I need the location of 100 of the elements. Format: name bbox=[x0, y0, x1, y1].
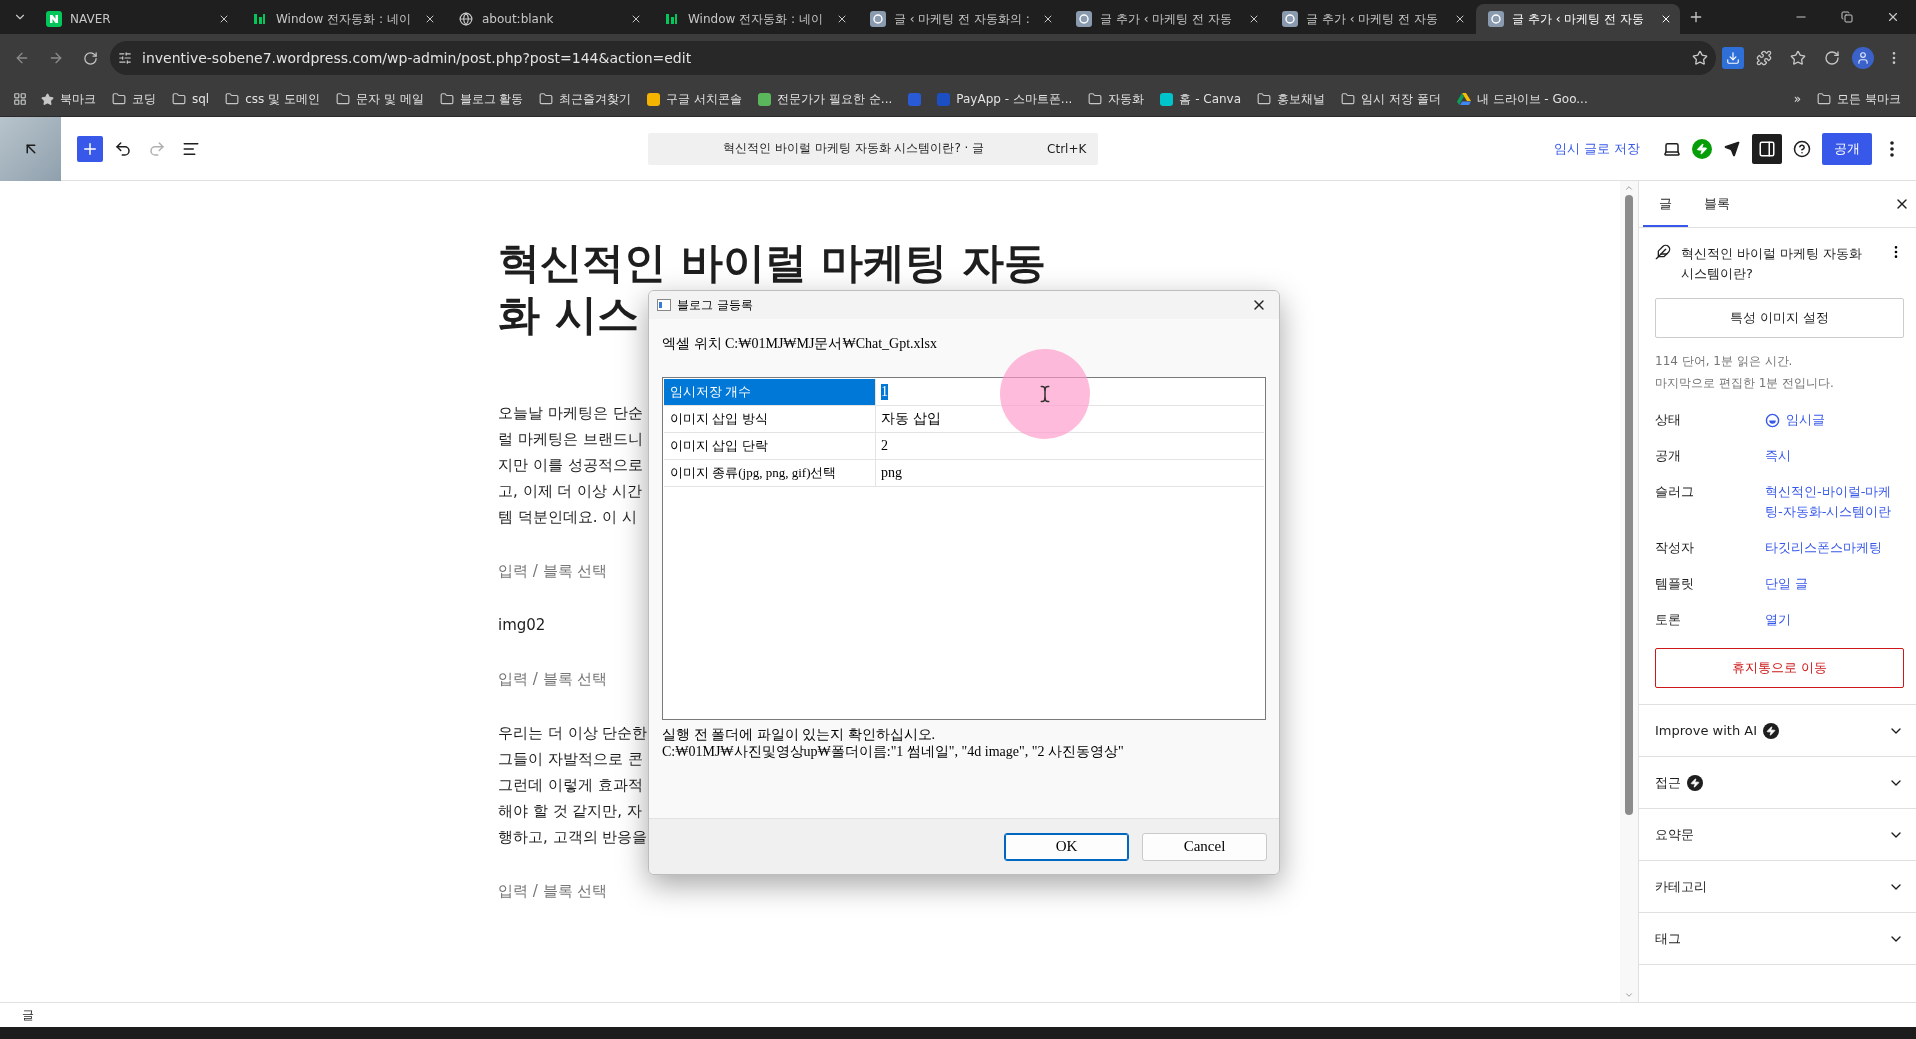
wordpress-favicon-icon bbox=[1282, 11, 1298, 27]
grid-label-cell[interactable]: 이미지 종류(jpg, png, gif)선택 bbox=[664, 460, 876, 486]
download-icon bbox=[1726, 51, 1740, 65]
field-link[interactable]: 단일 글 bbox=[1765, 574, 1904, 594]
paragraph-line: 그들이 자발적으로 콘 bbox=[498, 749, 643, 770]
panel-title: 태그 bbox=[1655, 929, 1681, 948]
drive-icon bbox=[1456, 93, 1471, 105]
sidebar-tab[interactable]: 블록 bbox=[1688, 181, 1746, 227]
folder-icon bbox=[172, 92, 186, 106]
dashboard-button[interactable] bbox=[0, 116, 61, 181]
bookmark[interactable]: 내 드라이브 - Goo... bbox=[1449, 86, 1595, 112]
breadcrumb-link[interactable]: 글 bbox=[22, 1006, 34, 1024]
more-bookmarks[interactable]: » bbox=[1786, 88, 1809, 110]
settings-toggle-button[interactable] bbox=[1752, 133, 1782, 164]
wordpress-favicon-icon bbox=[1076, 11, 1092, 27]
field-label: 상태 bbox=[1655, 411, 1682, 429]
dialog-button[interactable]: Cancel bbox=[1142, 832, 1267, 861]
paragraph-line: 행하고, 고객의 반응을 bbox=[498, 827, 648, 848]
bookmark[interactable]: 블로그 활동 bbox=[432, 86, 531, 112]
folder-icon bbox=[1257, 92, 1272, 106]
close-icon bbox=[1886, 10, 1900, 24]
grid-label-cell[interactable]: 이미지 삽입 방식 bbox=[664, 406, 876, 432]
browser-tab[interactable]: Window 전자동화 : 네이 bbox=[652, 4, 856, 34]
close-icon[interactable] bbox=[424, 13, 436, 25]
block-placeholder[interactable]: 입력 / 블록 선택 bbox=[498, 878, 608, 904]
browser-tab[interactable]: 글 ‹ 마케팅 전 자동화의 : bbox=[858, 4, 1062, 34]
command-bar[interactable]: 혁신적인 바이럴 마케팅 자동화 시스템이란? · 글 Ctrl+K bbox=[648, 132, 1099, 165]
bookmark[interactable]: 구글 서치콘솔 bbox=[640, 86, 750, 112]
bookmark[interactable]: 자동화 bbox=[1081, 86, 1152, 112]
grid-value-cell[interactable]: 2 bbox=[876, 433, 1264, 459]
field-link[interactable]: 혁신적인-바이럴-마케팅-자동화-시스템이란 bbox=[1765, 482, 1904, 522]
publish-button[interactable]: 공개 bbox=[1822, 132, 1872, 165]
bookmark[interactable]: 홍보채널 bbox=[1250, 86, 1333, 112]
draft-status-icon bbox=[1765, 412, 1780, 428]
paragraph-line: 오늘날 마케팅은 단순 bbox=[498, 403, 643, 424]
bookmark[interactable]: PayApp - 스마트폰... bbox=[930, 86, 1080, 112]
grid-label-cell[interactable]: 임시저장 개수 bbox=[664, 379, 876, 405]
folder-icon bbox=[335, 92, 350, 106]
close-icon[interactable] bbox=[218, 13, 230, 25]
add-block-button[interactable] bbox=[77, 135, 103, 162]
close-icon[interactable] bbox=[1454, 13, 1466, 25]
tab-title: Window 전자동화 : 네이 bbox=[276, 10, 412, 28]
bookmark[interactable]: 임시 저장 폴더 bbox=[1334, 86, 1448, 112]
close-icon[interactable] bbox=[630, 13, 642, 25]
browser-tab[interactable]: Window 전자동화 : 네이 bbox=[240, 4, 444, 34]
url-text: inventive-sobene7.wordpress.com/wp-admin/post.php?post=144&action=edit bbox=[142, 50, 693, 66]
scroll-down-icon bbox=[1624, 990, 1634, 1000]
forward-arrow-icon bbox=[48, 50, 64, 66]
all-bookmarks[interactable]: 모든 북마크 bbox=[1810, 86, 1908, 112]
profile-avatar[interactable] bbox=[1852, 47, 1874, 69]
tab-title: 글 추가 ‹ 마케팅 전 자동 bbox=[1100, 10, 1233, 28]
browser-tab[interactable]: 글 추가 ‹ 마케팅 전 자동 bbox=[1476, 4, 1680, 34]
paragraph-line: 해야 할 것 같지만, 자 bbox=[498, 801, 642, 822]
bookmark[interactable]: 최근즐겨찾기 bbox=[532, 86, 639, 112]
field-link[interactable]: 타깃리스폰스마케팅 bbox=[1765, 538, 1904, 558]
bookmark-star-icon[interactable] bbox=[1692, 50, 1708, 66]
status-link[interactable]: 임시글 bbox=[1765, 410, 1904, 430]
grid-value-cell[interactable]: png bbox=[876, 460, 1264, 486]
browser-tab[interactable]: 글 추가 ‹ 마케팅 전 자동 bbox=[1064, 4, 1268, 34]
close-icon[interactable] bbox=[1248, 13, 1260, 25]
close-icon[interactable] bbox=[836, 13, 848, 25]
close-icon[interactable] bbox=[1042, 13, 1054, 25]
sidebar-icon bbox=[1758, 139, 1776, 158]
bookmark[interactable]: 전문가가 필요한 순... bbox=[751, 86, 900, 112]
bookmark[interactable]: 코딩 bbox=[105, 86, 163, 112]
field-label: 공개 bbox=[1655, 447, 1682, 465]
window-icon bbox=[657, 299, 671, 311]
block-placeholder[interactable]: 입력 / 블록 선택 bbox=[498, 666, 608, 692]
bookmark[interactable]: css 및 도메인 bbox=[218, 86, 327, 112]
more-icon bbox=[1890, 140, 1894, 157]
dialog-button[interactable]: OK bbox=[1004, 832, 1129, 861]
scroll-up-icon bbox=[1624, 183, 1634, 193]
browser-tab[interactable]: about:blank bbox=[446, 4, 650, 34]
shortcut-hint: Ctrl+K bbox=[1047, 141, 1087, 156]
grid-value-cell[interactable]: 1 bbox=[876, 379, 1264, 405]
browser-tab[interactable]: 글 추가 ‹ 마케팅 전 자동 bbox=[1270, 4, 1474, 34]
jetpack-button[interactable] bbox=[1692, 138, 1712, 159]
trash-button[interactable]: 휴지통으로 이동 bbox=[1655, 648, 1904, 688]
bookmark[interactable]: 홈 - Canva bbox=[1153, 86, 1249, 112]
bookmark[interactable]: 문자 및 메일 bbox=[328, 86, 431, 112]
save-draft-link[interactable]: 임시 글로 저장 bbox=[1541, 139, 1652, 158]
featured-image-button[interactable]: 특성 이미지 설정 bbox=[1655, 298, 1904, 338]
field-link[interactable]: 열기 bbox=[1765, 610, 1904, 630]
star-icon bbox=[1790, 50, 1806, 66]
address-bar[interactable]: inventive-sobene7.wordpress.com/wp-admin/post.php?post=144&action=edit bbox=[110, 41, 1716, 75]
browser-tab[interactable]: NAVER bbox=[34, 4, 238, 34]
grid-label-cell[interactable]: 이미지 삽입 단락 bbox=[664, 433, 876, 459]
field-link[interactable]: 즉시 bbox=[1765, 446, 1904, 466]
bookmark[interactable]: 북마크 bbox=[34, 86, 103, 112]
send-icon bbox=[1724, 140, 1740, 157]
post-title: 혁신적인 바이럴 마케팅 자동 bbox=[498, 237, 1046, 289]
redo-icon bbox=[148, 139, 166, 158]
wordpress-favicon-icon bbox=[870, 11, 886, 27]
close-icon[interactable] bbox=[1660, 13, 1672, 25]
bookmark[interactable]: sql bbox=[165, 88, 217, 110]
folder-icon bbox=[539, 92, 554, 106]
download-extension-button[interactable] bbox=[1722, 47, 1744, 69]
sidebar-tab[interactable]: 글 bbox=[1643, 181, 1688, 227]
grid-value-cell[interactable]: 자동 삽입 bbox=[876, 406, 1264, 432]
block-placeholder[interactable]: 입력 / 블록 선택 bbox=[498, 558, 608, 584]
